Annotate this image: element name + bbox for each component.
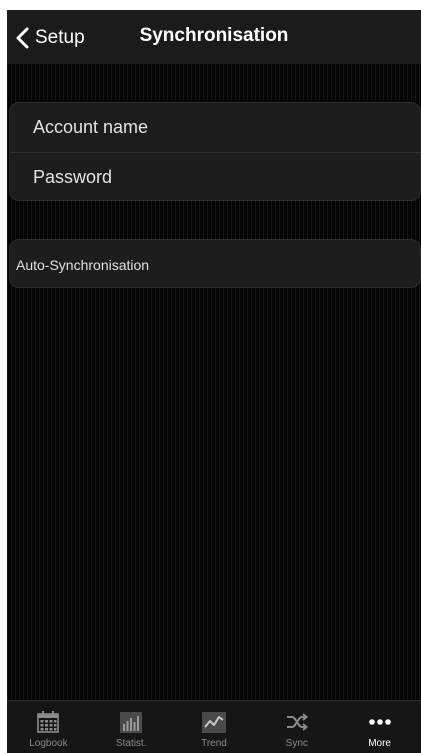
account-name-input[interactable] [33, 103, 420, 152]
tab-statistics[interactable]: Statist. [90, 701, 173, 753]
password-input[interactable] [33, 153, 420, 200]
credentials-group [9, 102, 421, 201]
tab-bar: Logbook Statist. Trend Sync More [7, 700, 421, 753]
tab-statistics-label: Statist. [115, 738, 147, 749]
app-screen: Setup Synchronisation Auto-Synchronisati… [7, 10, 421, 753]
tab-logbook[interactable]: Logbook [7, 701, 90, 753]
navigation-bar: Setup Synchronisation [7, 10, 421, 64]
tab-logbook-label: Logbook [29, 738, 68, 749]
tab-sync-label: Sync [285, 738, 308, 749]
account-name-cell[interactable] [10, 103, 420, 152]
auto-sync-group: Auto-Synchronisation [9, 239, 421, 288]
tab-sync[interactable]: Sync [255, 701, 338, 753]
more-dots-icon [368, 719, 391, 725]
chevron-left-icon [16, 27, 29, 49]
calendar-icon [37, 711, 60, 733]
trend-line-icon [201, 712, 226, 733]
shuffle-icon [286, 713, 308, 731]
tab-trend[interactable]: Trend [173, 701, 256, 753]
back-button-label: Setup [35, 27, 85, 48]
auto-sync-cell[interactable]: Auto-Synchronisation [10, 240, 420, 287]
bar-chart-icon [120, 712, 143, 733]
password-cell[interactable] [10, 152, 420, 200]
auto-sync-label: Auto-Synchronisation [16, 256, 150, 273]
tab-trend-label: Trend [201, 738, 227, 749]
tab-more[interactable]: More [338, 701, 421, 753]
tab-more-label: More [368, 738, 391, 749]
back-button[interactable]: Setup [15, 22, 85, 54]
